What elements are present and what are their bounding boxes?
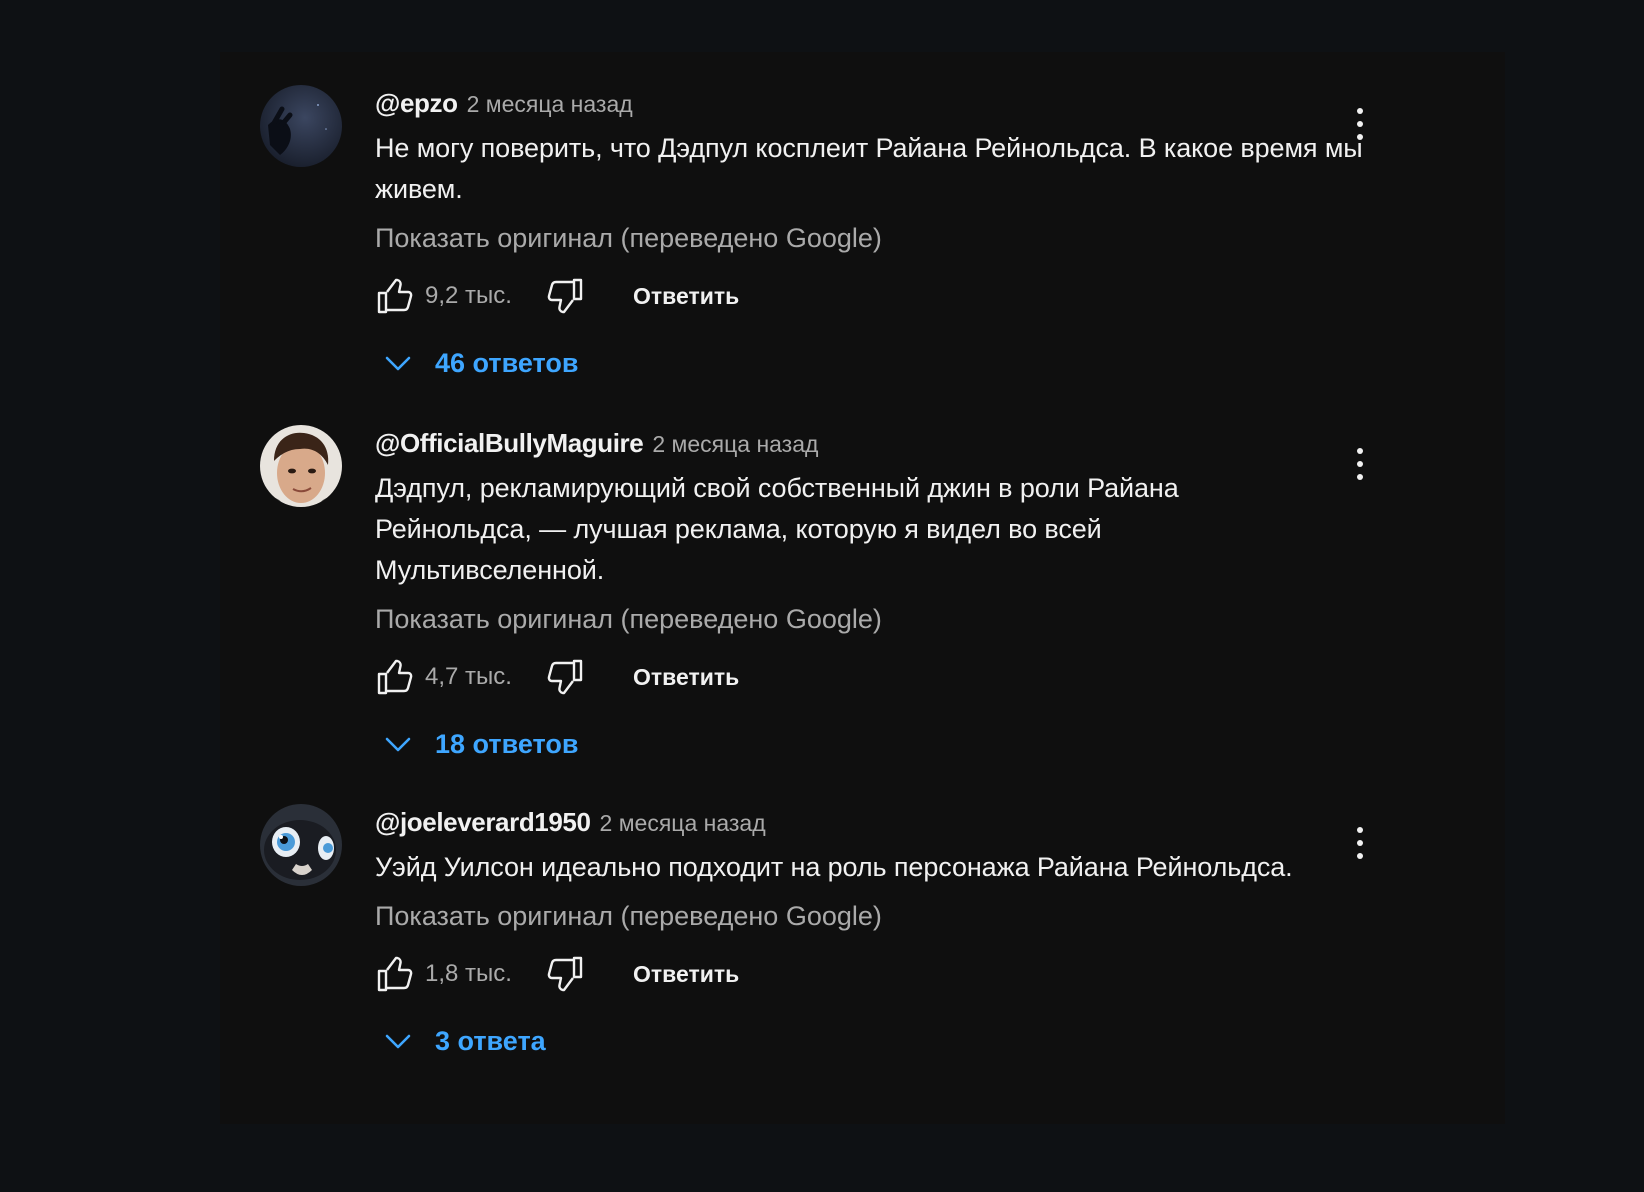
chevron-down-icon — [383, 348, 413, 378]
thumb-up-icon[interactable] — [375, 657, 415, 697]
show-original-link[interactable]: Показать оригинал (переведено Google) — [375, 896, 1365, 936]
comment-actions: 4,7 тыс. Ответить — [375, 655, 1365, 699]
more-vertical-icon[interactable] — [1345, 104, 1375, 144]
comment-actions: 1,8 тыс. Ответить — [375, 952, 1365, 996]
show-original-link[interactable]: Показать оригинал (переведено Google) — [375, 218, 1365, 258]
comment-body: @epzo 2 месяца назад Не могу поверить, ч… — [375, 88, 1365, 386]
chevron-down-icon — [383, 729, 413, 759]
thumb-up-icon[interactable] — [375, 276, 415, 316]
comment-header: @epzo 2 месяца назад — [375, 88, 1365, 122]
view-replies-button[interactable]: 3 ответа — [383, 1018, 1365, 1064]
avatar[interactable] — [260, 804, 342, 886]
comment-time[interactable]: 2 месяца назад — [600, 810, 766, 837]
avatar[interactable] — [260, 425, 342, 507]
like-count: 4,7 тыс. — [425, 663, 512, 690]
author-name[interactable]: @epzo — [375, 88, 458, 119]
comment-header: @OfficialBullyMaguire 2 месяца назад — [375, 428, 1365, 462]
comment-time[interactable]: 2 месяца назад — [467, 91, 633, 118]
comment-body: @joeleverard1950 2 месяца назад Уэйд Уил… — [375, 807, 1365, 1064]
reply-button[interactable]: Ответить — [633, 664, 739, 691]
chevron-down-icon — [383, 1026, 413, 1056]
replies-count: 18 ответов — [435, 728, 579, 759]
replies-count: 3 ответа — [435, 1025, 546, 1056]
thumb-up-icon[interactable] — [375, 954, 415, 994]
comment-text: Уэйд Уилсон идеально подходит на роль пе… — [375, 852, 1293, 882]
reply-button[interactable]: Ответить — [633, 961, 739, 988]
like-count: 9,2 тыс. — [425, 282, 512, 309]
reply-button[interactable]: Ответить — [633, 283, 739, 310]
view-replies-button[interactable]: 46 ответов — [383, 340, 1365, 386]
show-original-link[interactable]: Показать оригинал (переведено Google) — [375, 599, 1365, 639]
author-name[interactable]: @joeleverard1950 — [375, 807, 591, 838]
replies-count: 46 ответов — [435, 347, 579, 378]
comment-body: @OfficialBullyMaguire 2 месяца назад Дэд… — [375, 428, 1365, 767]
like-count: 1,8 тыс. — [425, 960, 512, 987]
author-name[interactable]: @OfficialBullyMaguire — [375, 428, 644, 459]
comment-actions: 9,2 тыс. Ответить — [375, 274, 1365, 318]
comment-time[interactable]: 2 месяца назад — [652, 431, 818, 458]
thumb-down-icon[interactable] — [545, 954, 585, 994]
comments-panel: @epzo 2 месяца назад Не могу поверить, ч… — [220, 52, 1505, 1124]
comment-text: Не могу поверить, что Дэдпул косплеит Ра… — [375, 133, 1363, 204]
avatar[interactable] — [260, 85, 342, 167]
comment-text: Дэдпул, рекламирующий свой собственный д… — [375, 473, 1179, 585]
more-vertical-icon[interactable] — [1345, 823, 1375, 863]
more-vertical-icon[interactable] — [1345, 444, 1375, 484]
view-replies-button[interactable]: 18 ответов — [383, 721, 1365, 767]
thumb-down-icon[interactable] — [545, 657, 585, 697]
comment-header: @joeleverard1950 2 месяца назад — [375, 807, 1365, 841]
thumb-down-icon[interactable] — [545, 276, 585, 316]
